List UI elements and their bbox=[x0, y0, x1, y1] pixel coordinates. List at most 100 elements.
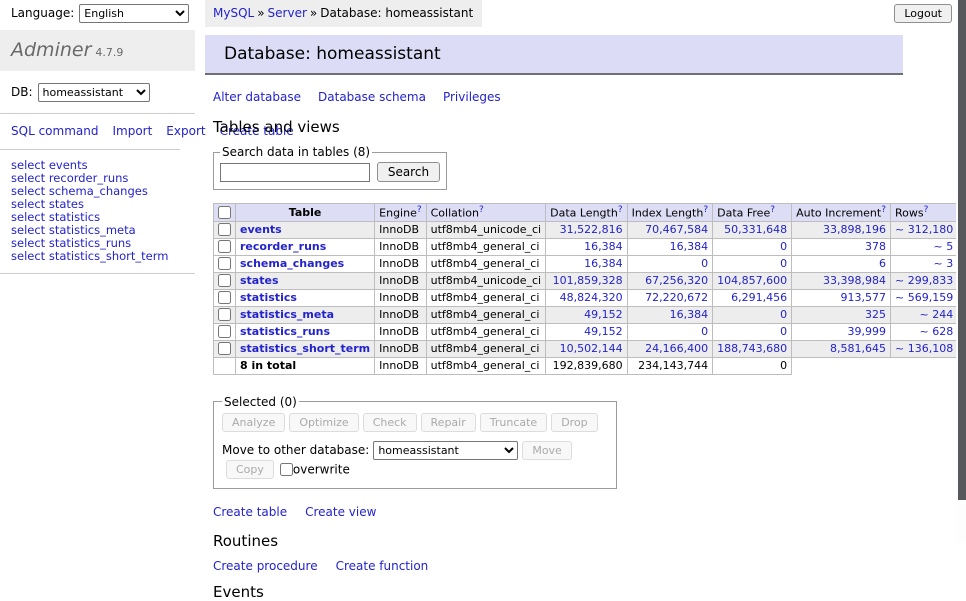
row-checkbox[interactable] bbox=[218, 308, 231, 321]
data-free-link[interactable]: 104,857,600 bbox=[717, 274, 787, 287]
index-length-link[interactable]: 0 bbox=[632, 325, 709, 338]
row-checkbox[interactable] bbox=[218, 223, 231, 236]
table-name-link[interactable]: recorder_runs bbox=[240, 240, 326, 253]
breadcrumb-mysql-link[interactable]: MySQL bbox=[213, 6, 254, 20]
repair-button[interactable]: Repair bbox=[421, 413, 476, 432]
db-select[interactable]: homeassistant bbox=[38, 83, 150, 102]
create-procedure-link[interactable]: Create procedure bbox=[213, 559, 318, 573]
rows-count-link[interactable]: ~ 244 bbox=[895, 308, 953, 321]
help-icon[interactable]: ? bbox=[770, 205, 775, 215]
auto-increment-link[interactable]: 33,898,196 bbox=[796, 223, 886, 236]
import-link[interactable]: Import bbox=[112, 124, 152, 138]
data-length-link[interactable]: 31,522,816 bbox=[550, 223, 622, 236]
data-length-link[interactable]: 49,152 bbox=[550, 308, 622, 321]
database-schema-link[interactable]: Database schema bbox=[318, 90, 426, 104]
search-button[interactable]: Search bbox=[377, 162, 440, 182]
data-free-link[interactable]: 0 bbox=[717, 240, 787, 253]
table-name-link[interactable]: schema_changes bbox=[240, 257, 344, 270]
table-name-link[interactable]: statistics_short_term bbox=[240, 342, 370, 355]
table-name-link[interactable]: states bbox=[240, 274, 279, 287]
copy-button[interactable]: Copy bbox=[226, 460, 274, 479]
help-icon[interactable]: ? bbox=[618, 205, 623, 215]
overwrite-label: overwrite bbox=[293, 462, 350, 476]
sql-command-link[interactable]: SQL command bbox=[11, 124, 98, 138]
search-input[interactable] bbox=[220, 163, 370, 182]
data-length-link[interactable]: 10,502,144 bbox=[550, 342, 622, 355]
auto-increment-link[interactable]: 913,577 bbox=[796, 291, 886, 304]
overwrite-checkbox[interactable] bbox=[280, 463, 293, 476]
data-free-link[interactable]: 188,743,680 bbox=[717, 342, 787, 355]
rows-count-link[interactable]: ~ 299,833 bbox=[895, 274, 953, 287]
index-length-link[interactable]: 72,220,672 bbox=[632, 291, 709, 304]
data-length-link[interactable]: 49,152 bbox=[550, 325, 622, 338]
rows-count-link[interactable]: ~ 5 bbox=[895, 240, 953, 253]
row-checkbox[interactable] bbox=[218, 240, 231, 253]
index-length-link[interactable]: 70,467,584 bbox=[632, 223, 709, 236]
help-icon[interactable]: ? bbox=[703, 205, 708, 215]
rows-count-link[interactable]: ~ 136,108 bbox=[895, 342, 953, 355]
scrollbar-thumb[interactable] bbox=[958, 0, 966, 500]
data-length-link[interactable]: 16,384 bbox=[550, 257, 622, 270]
auto-increment-link[interactable]: 8,581,645 bbox=[796, 342, 886, 355]
move-button[interactable]: Move bbox=[522, 441, 572, 460]
data-free-link[interactable]: 50,331,648 bbox=[717, 223, 787, 236]
row-checkbox[interactable] bbox=[218, 325, 231, 338]
auto-increment-link[interactable]: 39,999 bbox=[796, 325, 886, 338]
create-function-link[interactable]: Create function bbox=[336, 559, 429, 573]
analyze-button[interactable]: Analyze bbox=[222, 413, 285, 432]
rows-count-link[interactable]: ~ 569,159 bbox=[895, 291, 953, 304]
help-icon[interactable]: ? bbox=[924, 205, 929, 215]
table-row: schema_changes InnoDB utf8mb4_general_ci… bbox=[214, 255, 966, 272]
table-name-link[interactable]: statistics bbox=[240, 291, 297, 304]
select-all-checkbox[interactable] bbox=[218, 206, 231, 219]
table-row: statistics InnoDB utf8mb4_general_ci 48,… bbox=[214, 289, 966, 306]
rows-count-link[interactable]: ~ 312,180 bbox=[895, 223, 953, 236]
row-checkbox[interactable] bbox=[218, 257, 231, 270]
export-link[interactable]: Export bbox=[166, 124, 205, 138]
check-button[interactable]: Check bbox=[363, 413, 417, 432]
auto-increment-link[interactable]: 33,398,984 bbox=[796, 274, 886, 287]
row-checkbox[interactable] bbox=[218, 291, 231, 304]
engine-cell: InnoDB bbox=[375, 221, 426, 238]
breadcrumb-server-link[interactable]: Server bbox=[268, 6, 307, 20]
help-icon[interactable]: ? bbox=[479, 205, 484, 215]
auto-increment-link[interactable]: 6 bbox=[796, 257, 886, 270]
create-view-link[interactable]: Create view bbox=[305, 505, 376, 519]
data-free-link[interactable]: 0 bbox=[717, 257, 787, 270]
rows-count-link[interactable]: ~ 628 bbox=[895, 325, 953, 338]
create-table-link[interactable]: Create table bbox=[213, 505, 287, 519]
data-length-link[interactable]: 48,824,320 bbox=[550, 291, 622, 304]
truncate-button[interactable]: Truncate bbox=[480, 413, 547, 432]
sidebar-table-links: select events select recorder_runs selec… bbox=[0, 150, 195, 274]
index-length-link[interactable]: 67,256,320 bbox=[632, 274, 709, 287]
index-length-link[interactable]: 16,384 bbox=[632, 308, 709, 321]
sidebar-item-select-statistics-short-term[interactable]: select statistics_short_term bbox=[11, 250, 195, 263]
drop-button[interactable]: Drop bbox=[551, 413, 597, 432]
column-header-data-length: Data Length? bbox=[546, 204, 627, 222]
rows-count-link[interactable]: ~ 3 bbox=[895, 257, 953, 270]
data-length-link[interactable]: 16,384 bbox=[550, 240, 622, 253]
move-database-select[interactable]: homeassistant bbox=[373, 441, 518, 460]
data-free-link[interactable]: 0 bbox=[717, 308, 787, 321]
language-select[interactable]: English bbox=[79, 4, 189, 23]
table-name-link[interactable]: statistics_meta bbox=[240, 308, 334, 321]
alter-database-link[interactable]: Alter database bbox=[213, 90, 301, 104]
help-icon[interactable]: ? bbox=[417, 205, 422, 215]
auto-increment-link[interactable]: 378 bbox=[796, 240, 886, 253]
selected-legend: Selected (0) bbox=[222, 395, 299, 409]
row-checkbox[interactable] bbox=[218, 342, 231, 355]
data-free-link[interactable]: 0 bbox=[717, 325, 787, 338]
help-icon[interactable]: ? bbox=[881, 205, 886, 215]
table-name-link[interactable]: events bbox=[240, 223, 282, 236]
row-checkbox[interactable] bbox=[218, 274, 231, 287]
index-length-link[interactable]: 0 bbox=[632, 257, 709, 270]
data-free-link[interactable]: 6,291,456 bbox=[717, 291, 787, 304]
data-length-link[interactable]: 101,859,328 bbox=[550, 274, 622, 287]
index-length-link[interactable]: 16,384 bbox=[632, 240, 709, 253]
optimize-button[interactable]: Optimize bbox=[289, 413, 358, 432]
scrollbar-track[interactable] bbox=[956, 0, 966, 543]
auto-increment-link[interactable]: 325 bbox=[796, 308, 886, 321]
privileges-link[interactable]: Privileges bbox=[443, 90, 501, 104]
index-length-link[interactable]: 24,166,400 bbox=[632, 342, 709, 355]
table-name-link[interactable]: statistics_runs bbox=[240, 325, 330, 338]
